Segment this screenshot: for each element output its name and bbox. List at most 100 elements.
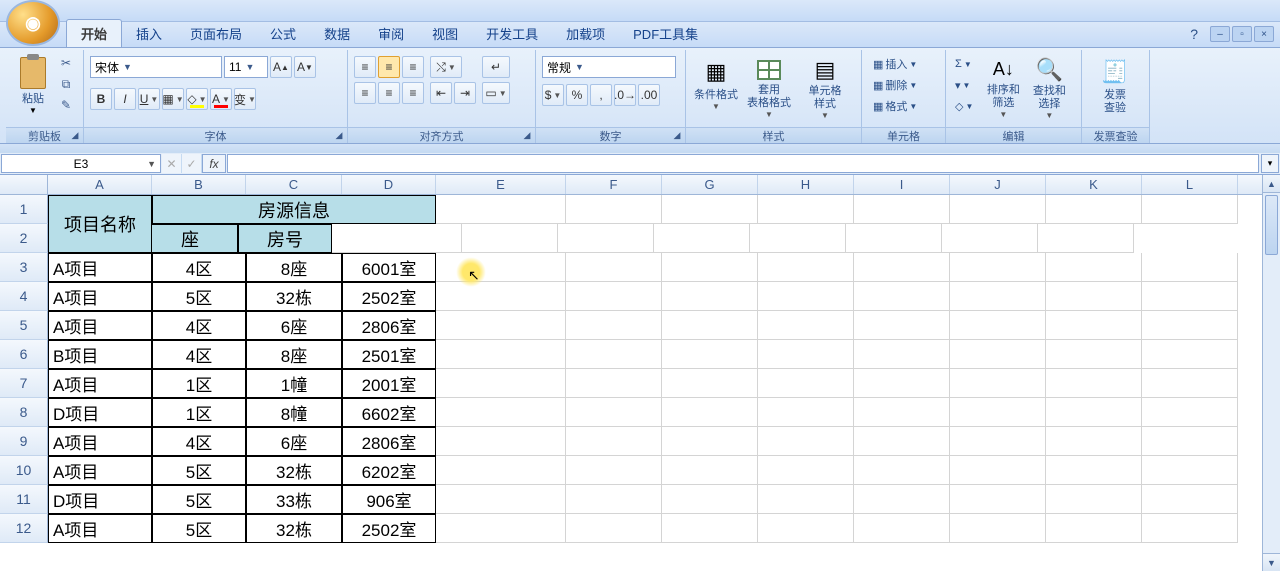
cell-J2[interactable] — [846, 224, 942, 253]
cell-D10[interactable]: 6202室 — [342, 456, 436, 485]
clipboard-launcher-icon[interactable]: ◢ — [69, 130, 81, 142]
col-header-B[interactable]: B — [152, 175, 246, 194]
formula-input[interactable] — [227, 154, 1259, 173]
cell-H11[interactable] — [758, 485, 854, 514]
cell-G10[interactable] — [662, 456, 758, 485]
cell-D2[interactable]: 房号 — [238, 224, 332, 253]
cell-K8[interactable] — [1046, 398, 1142, 427]
accounting-button[interactable]: $▼ — [542, 84, 564, 106]
cell-A8[interactable]: D项目 — [48, 398, 152, 427]
cell-B3[interactable]: 4区 — [152, 253, 246, 282]
format-as-table-button[interactable]: 套用 表格格式▼ — [740, 54, 798, 120]
cell-K5[interactable] — [1046, 311, 1142, 340]
shrink-font-button[interactable]: A▼ — [294, 56, 316, 78]
cell-G7[interactable] — [662, 369, 758, 398]
col-header-A[interactable]: A — [48, 175, 152, 194]
tab-数据[interactable]: 数据 — [310, 20, 364, 47]
office-button[interactable]: ◉ — [6, 0, 60, 46]
find-select-button[interactable]: 🔍 查找和 选择▼ — [1026, 54, 1072, 120]
cell-K4[interactable] — [1046, 282, 1142, 311]
format-painter-button[interactable]: ✎ — [56, 96, 76, 114]
cell-L8[interactable] — [1142, 398, 1238, 427]
cell-B12[interactable]: 5区 — [152, 514, 246, 543]
tab-加载项[interactable]: 加载项 — [552, 20, 619, 47]
underline-button[interactable]: U▼ — [138, 88, 160, 110]
cut-button[interactable]: ✂ — [56, 54, 76, 72]
align-center-button[interactable]: ≡ — [378, 82, 400, 104]
cell-J4[interactable] — [950, 282, 1046, 311]
row-header-1[interactable]: 1 — [0, 195, 48, 224]
expand-formula-bar-button[interactable]: ▾ — [1261, 154, 1279, 173]
cell-I12[interactable] — [854, 514, 950, 543]
cell-C6[interactable]: 8座 — [246, 340, 342, 369]
align-launcher-icon[interactable]: ◢ — [521, 130, 533, 142]
namebox-dropdown-icon[interactable]: ▼ — [147, 159, 156, 169]
grow-font-button[interactable]: A▲ — [270, 56, 292, 78]
cell-C2[interactable]: 座 — [142, 224, 238, 253]
cell-F12[interactable] — [566, 514, 662, 543]
cell-F8[interactable] — [566, 398, 662, 427]
cell-I6[interactable] — [854, 340, 950, 369]
col-header-C[interactable]: C — [246, 175, 342, 194]
font-color-button[interactable]: A▼ — [210, 88, 232, 110]
cell-J3[interactable] — [950, 253, 1046, 282]
cell-B4[interactable]: 5区 — [152, 282, 246, 311]
cell-L9[interactable] — [1142, 427, 1238, 456]
cell-J5[interactable] — [950, 311, 1046, 340]
conditional-format-button[interactable]: ▦ 条件格式▼ — [692, 54, 740, 120]
cell-G8[interactable] — [662, 398, 758, 427]
cell-D8[interactable]: 6602室 — [342, 398, 436, 427]
cell-B11[interactable]: 5区 — [152, 485, 246, 514]
row-header-8[interactable]: 8 — [0, 398, 48, 427]
row-header-7[interactable]: 7 — [0, 369, 48, 398]
cell-J8[interactable] — [950, 398, 1046, 427]
cell-F3[interactable] — [566, 253, 662, 282]
align-bottom-button[interactable]: ≡ — [402, 56, 424, 78]
cell-L3[interactable] — [1142, 253, 1238, 282]
cell-H7[interactable] — [758, 369, 854, 398]
cell-C12[interactable]: 32栋 — [246, 514, 342, 543]
cell-H1[interactable] — [758, 195, 854, 224]
cell-C5[interactable]: 6座 — [246, 311, 342, 340]
cell-F10[interactable] — [566, 456, 662, 485]
cell-G12[interactable] — [662, 514, 758, 543]
cell-C11[interactable]: 33栋 — [246, 485, 342, 514]
format-cells-button[interactable]: ▦格式▼ — [868, 96, 922, 116]
col-header-J[interactable]: J — [950, 175, 1046, 194]
name-box[interactable]: E3▼ — [1, 154, 161, 173]
insert-cells-button[interactable]: ▦插入▼ — [868, 54, 922, 74]
row-header-5[interactable]: 5 — [0, 311, 48, 340]
cell-H8[interactable] — [758, 398, 854, 427]
cell-G2[interactable] — [558, 224, 654, 253]
cell-E6[interactable] — [436, 340, 566, 369]
cell-C3[interactable]: 8座 — [246, 253, 342, 282]
cell-J12[interactable] — [950, 514, 1046, 543]
align-right-button[interactable]: ≡ — [402, 82, 424, 104]
cell-A11[interactable]: D项目 — [48, 485, 152, 514]
cell-I7[interactable] — [854, 369, 950, 398]
cell-I8[interactable] — [854, 398, 950, 427]
cell-D4[interactable]: 2502室 — [342, 282, 436, 311]
col-header-L[interactable]: L — [1142, 175, 1238, 194]
cell-F6[interactable] — [566, 340, 662, 369]
cell-C10[interactable]: 32栋 — [246, 456, 342, 485]
cell-B9[interactable]: 4区 — [152, 427, 246, 456]
tab-视图[interactable]: 视图 — [418, 20, 472, 47]
scroll-down-button[interactable]: ▼ — [1263, 553, 1280, 571]
cell-C7[interactable]: 1幢 — [246, 369, 342, 398]
cell-H2[interactable] — [654, 224, 750, 253]
cell-I9[interactable] — [854, 427, 950, 456]
cell-A4[interactable]: A项目 — [48, 282, 152, 311]
cell-K7[interactable] — [1046, 369, 1142, 398]
cell-G6[interactable] — [662, 340, 758, 369]
cell-H9[interactable] — [758, 427, 854, 456]
col-header-F[interactable]: F — [566, 175, 662, 194]
col-header-D[interactable]: D — [342, 175, 436, 194]
cell-L6[interactable] — [1142, 340, 1238, 369]
cell-E2[interactable] — [332, 224, 462, 253]
cell-E8[interactable] — [436, 398, 566, 427]
cell-I1[interactable] — [854, 195, 950, 224]
cell-L2[interactable] — [1038, 224, 1134, 253]
cell-E4[interactable] — [436, 282, 566, 311]
font-size-combo[interactable]: 11▼ — [224, 56, 268, 78]
